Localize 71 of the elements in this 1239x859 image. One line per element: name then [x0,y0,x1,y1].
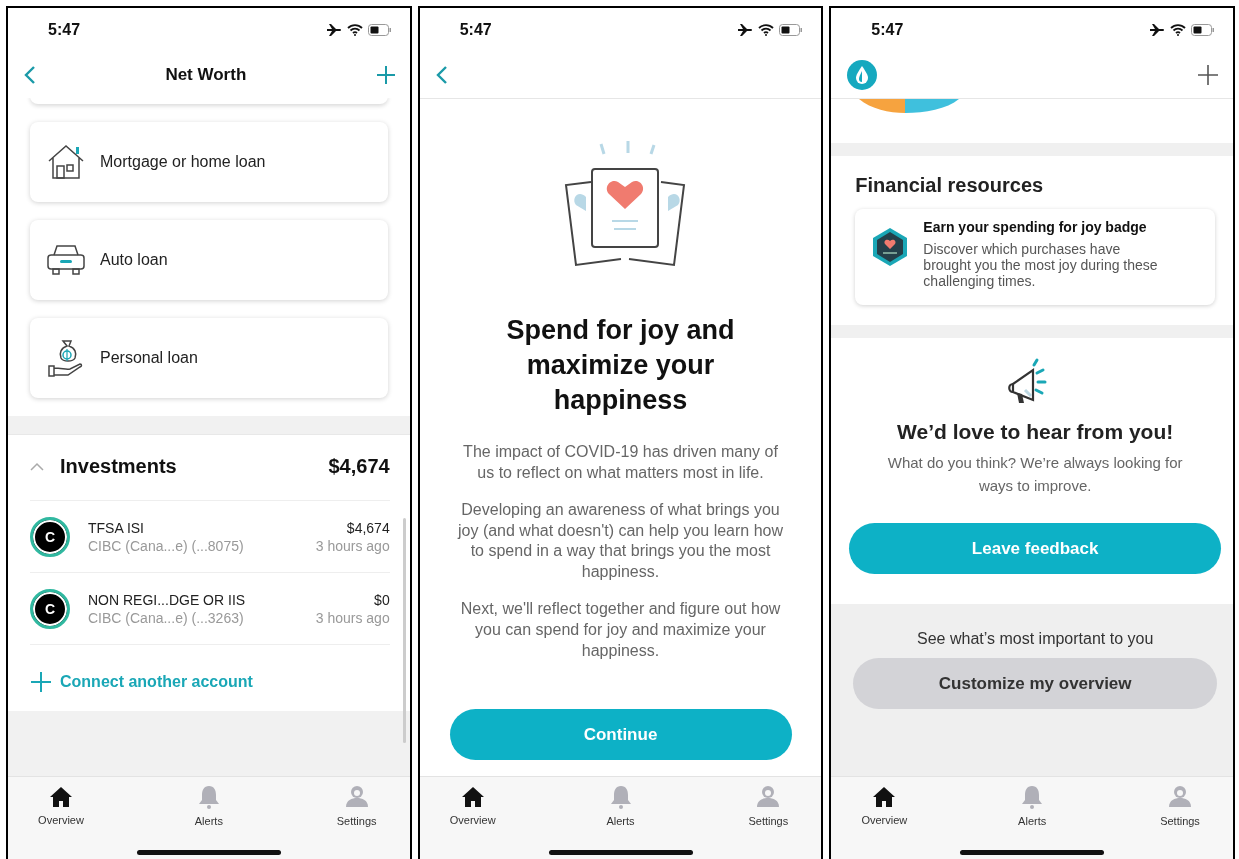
status-time: 5:47 [459,21,492,39]
home-icon [49,786,73,808]
account-updated: 3 hours ago [315,609,390,626]
tab[interactable]: Alerts [997,777,1068,835]
account-balance: $0 [374,591,390,608]
wifi-icon [346,24,363,36]
battery-icon [779,24,804,36]
tab[interactable]: Alerts [173,777,244,835]
intro-paragraph: The impact of COVID-19 has driven many of us to reflect on what matters most in life. [462,442,779,484]
battery-icon [1191,24,1215,36]
car-icon [46,243,86,277]
person-icon [1168,785,1192,809]
tab[interactable]: Settings [321,777,392,835]
wifi-icon [758,24,775,36]
feedback-title: We’d love to hear from you! [897,420,1174,445]
card-title: Earn your spending for joy badge [923,219,1148,235]
add-icon[interactable] [375,65,396,85]
bell-icon [1021,785,1044,809]
account-name: TFSA ISI [88,519,145,536]
battery-icon [367,24,392,36]
screen-title: Net Worth [165,65,247,85]
status-time: 5:47 [871,21,904,39]
customize-button[interactable]: Customize my overview [853,658,1217,710]
loan-option[interactable]: Auto loan [30,220,388,300]
intro-paragraph: Developing an awareness of what brings you joy (and what doesn't) can help you learn how to spend in a way that brings you the most happiness. [457,499,784,583]
card-description: Discover which purchases have brought you the most joy during these challenging times. [923,241,1159,290]
resource-card[interactable]: Earn your spending for joy badge Discover which purchases have brought you the most joy during these challenging times. [855,209,1215,306]
account-logo: C [30,588,70,629]
badge-icon [871,227,910,267]
wifi-icon [1170,24,1186,36]
section-title: Financial resources [855,174,1045,197]
account-logo: C [30,516,70,557]
account-institution: CIBC (Cana...e) (...3263) [88,609,245,626]
airplane-icon [325,23,342,37]
back-icon[interactable] [435,65,448,85]
bell-icon [197,785,220,809]
person-icon [344,785,369,809]
tab[interactable]: Alerts [585,777,656,835]
chevron-icon[interactable] [30,461,44,472]
home-icon [872,786,897,808]
intro-title: Spend for joy and maximize your happiness [505,314,736,418]
account-row[interactable]: C NON REGI...DGE OR IIS CIBC (Cana...e) (...3263) $0 3 hours ago [30,573,390,645]
back-icon[interactable] [24,65,36,85]
drop-logo-icon[interactable] [847,60,878,90]
account-row[interactable]: C TFSA ISI CIBC (Cana...e) (...8075) $4,674 3 hours ago [30,501,390,573]
account-institution: CIBC (Cana...e) (...8075) [88,537,245,554]
home-icon [460,786,485,808]
loan-option[interactable]: Mortgage or home loan [30,122,388,202]
bell-icon [609,785,632,809]
intro-paragraph: Next, we'll reflect together and figure out how you can spend for joy and maximize your happiness. [459,599,782,661]
airplane-icon [737,23,754,37]
account-name: NON REGI...DGE OR IIS [88,591,247,608]
tab[interactable]: Overview [849,777,920,835]
status-time: 5:47 [48,21,81,39]
loan-option[interactable]: Personal loan [30,318,388,398]
section-title: Investments [60,455,178,478]
tab[interactable]: Settings [733,777,804,835]
airplane-icon [1149,23,1165,37]
customize-prompt: See what’s most important to you [917,630,1154,649]
scrollbar[interactable] [402,518,406,743]
feedback-text: What do you think? We’re always looking for ways to improve. [886,453,1184,496]
house-icon [46,142,86,182]
add-icon[interactable] [1197,64,1219,86]
account-balance: $4,674 [346,519,390,536]
section-total: $4,674 [328,455,390,478]
tab[interactable]: Overview [437,777,508,835]
person-icon [756,785,781,809]
tab[interactable]: Overview [26,777,96,835]
tab[interactable]: Settings [1145,777,1215,835]
account-updated: 3 hours ago [315,537,390,554]
plus-icon [30,671,52,693]
